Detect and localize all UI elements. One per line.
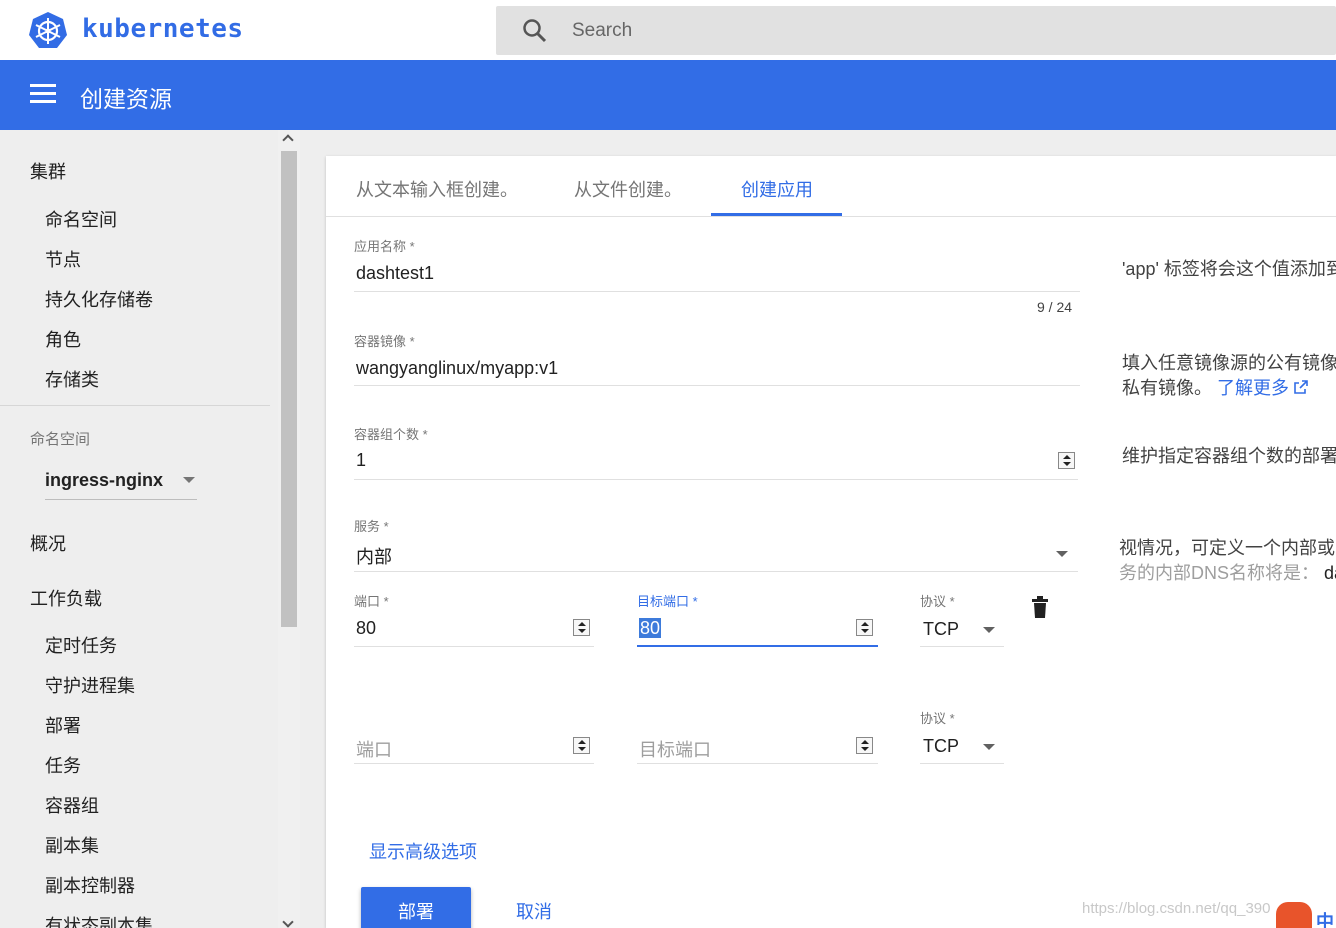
scrollbar-thumb[interactable] — [281, 151, 297, 627]
active-tab-indicator — [711, 213, 842, 216]
protocol-dropdown-caret-icon[interactable] — [983, 627, 995, 633]
app-name-label: 应用名称 * — [354, 239, 415, 254]
sidebar-item-persistent-volumes[interactable]: 持久化存储卷 — [45, 286, 153, 312]
target-port-input[interactable]: 80 — [639, 618, 662, 639]
app-name-underline — [354, 291, 1080, 292]
sidebar-section-cluster[interactable]: 集群 — [30, 158, 66, 184]
namespace-label: 命名空间 — [30, 431, 91, 448]
service-select[interactable]: 内部 — [356, 543, 392, 569]
tab-create-from-text[interactable]: 从文本输入框创建。 — [356, 176, 518, 202]
menu-icon[interactable] — [30, 84, 56, 104]
sidebar-divider — [0, 405, 270, 406]
app-name-help: 'app' 标签将会这个值添加到 — [1122, 259, 1336, 279]
target-port-underline-2 — [637, 763, 878, 764]
namespace-select[interactable]: ingress-nginx — [45, 462, 197, 500]
target-port-selected-value: 80 — [639, 618, 662, 638]
port-underline — [354, 646, 594, 647]
protocol-dropdown-caret-icon-2[interactable] — [983, 744, 995, 750]
sidebar-item-stateful-sets[interactable]: 有状态副本集 — [45, 912, 153, 928]
sidebar: 集群 命名空间 节点 持久化存储卷 角色 存储类 命名空间 ingress-ng… — [0, 130, 278, 928]
image-label: 容器镜像 * — [354, 334, 415, 349]
create-resource-card: 从文本输入框创建。 从文件创建。 创建应用 应用名称 * dashtest1 9… — [326, 156, 1336, 928]
search-input[interactable] — [572, 16, 1172, 46]
watermark-text: https://blog.csdn.net/qq_390 — [1082, 900, 1271, 917]
port-input[interactable]: 80 — [356, 618, 376, 639]
service-dns-name: da — [1324, 563, 1336, 583]
tab-create-from-file[interactable]: 从文件创建。 — [574, 176, 682, 202]
learn-more-link[interactable]: 了解更多 — [1217, 378, 1289, 398]
sidebar-item-jobs[interactable]: 任务 — [45, 752, 81, 778]
tab-create-app[interactable]: 创建应用 — [741, 176, 813, 202]
service-underline — [354, 571, 1078, 572]
image-help-text: 私有镜像。 — [1122, 378, 1212, 398]
protocol-label-2: 协议 * — [920, 711, 955, 726]
protocol-underline — [920, 646, 1004, 647]
pod-count-input[interactable]: 1 — [356, 450, 366, 471]
port-spinner-icon-2[interactable] — [573, 737, 590, 754]
port-label: 端口 * — [354, 594, 389, 609]
show-advanced-options-link[interactable]: 显示高级选项 — [369, 838, 477, 864]
top-bar: kubernetes — [0, 0, 1336, 60]
chevron-down-icon[interactable] — [282, 916, 294, 928]
tab-bar: 从文本输入框创建。 从文件创建。 创建应用 — [326, 156, 1336, 217]
search-icon[interactable] — [522, 18, 548, 44]
pod-count-underline — [354, 479, 1078, 480]
port-input-2[interactable]: 端口 — [356, 736, 392, 762]
sidebar-item-deployments[interactable]: 部署 — [45, 712, 81, 738]
namespace-value: ingress-nginx — [45, 470, 164, 490]
sidebar-item-daemon-sets[interactable]: 守护进程集 — [45, 672, 135, 698]
target-port-spinner-icon[interactable] — [856, 619, 873, 636]
cancel-button[interactable]: 取消 — [516, 898, 552, 924]
page-header: 创建资源 — [0, 60, 1336, 130]
image-input[interactable]: wangyanglinux/myapp:v1 — [356, 358, 558, 379]
sogou-logo-icon — [1276, 902, 1312, 928]
target-port-input-2[interactable]: 目标端口 — [639, 736, 711, 762]
app-name-input[interactable]: dashtest1 — [356, 263, 434, 284]
brand-name[interactable]: kubernetes — [82, 14, 244, 44]
sidebar-item-namespaces[interactable]: 命名空间 — [45, 206, 117, 232]
dropdown-caret-icon — [183, 477, 195, 483]
protocol-underline-2 — [920, 763, 1004, 764]
protocol-label: 协议 * — [920, 594, 955, 609]
trash-icon[interactable] — [1032, 596, 1048, 618]
sidebar-item-replication-controllers[interactable]: 副本控制器 — [45, 872, 135, 898]
search-bar[interactable] — [496, 6, 1336, 55]
sidebar-item-nodes[interactable]: 节点 — [45, 246, 81, 272]
kubernetes-logo-icon[interactable] — [28, 11, 68, 51]
service-help-line1: 视情况，可定义一个内部或 — [1119, 538, 1335, 558]
target-port-underline — [637, 645, 878, 647]
ime-indicator[interactable]: 中 — [1316, 908, 1334, 928]
pod-count-spinner-icon[interactable] — [1058, 452, 1075, 469]
sidebar-item-storage-classes[interactable]: 存储类 — [45, 366, 99, 392]
sidebar-scrollbar[interactable] — [278, 130, 300, 928]
protocol-select[interactable]: TCP — [923, 619, 959, 640]
image-help-line2: 私有镜像。 了解更多 — [1122, 374, 1308, 400]
target-port-label: 目标端口 * — [637, 594, 698, 609]
port-underline-2 — [354, 763, 594, 764]
image-help-line1: 填入任意镜像源的公有镜像 — [1122, 353, 1336, 373]
pod-count-help: 维护指定容器组个数的部署 — [1122, 446, 1336, 466]
service-help-line2: 务的内部DNS名称将是： da — [1119, 559, 1336, 585]
sidebar-item-overview[interactable]: 概况 — [30, 530, 66, 556]
service-label: 服务 * — [354, 519, 389, 534]
service-dropdown-caret-icon[interactable] — [1056, 551, 1068, 557]
chevron-up-icon[interactable] — [282, 134, 294, 146]
sidebar-item-pods[interactable]: 容器组 — [45, 792, 99, 818]
pod-count-label: 容器组个数 * — [354, 427, 428, 442]
sidebar-section-workloads[interactable]: 工作负载 — [30, 585, 102, 611]
sidebar-item-roles[interactable]: 角色 — [45, 326, 81, 352]
app-name-counter: 9 / 24 — [1037, 299, 1073, 315]
port-spinner-icon[interactable] — [573, 619, 590, 636]
page-title: 创建资源 — [80, 86, 172, 112]
target-port-spinner-icon-2[interactable] — [856, 737, 873, 754]
sidebar-item-cron-jobs[interactable]: 定时任务 — [45, 632, 117, 658]
service-help-text: 务的内部DNS名称将是： — [1119, 563, 1320, 583]
protocol-select-2[interactable]: TCP — [923, 736, 959, 757]
external-link-icon[interactable] — [1294, 380, 1308, 394]
sidebar-item-replica-sets[interactable]: 副本集 — [45, 832, 99, 858]
image-underline — [354, 385, 1080, 386]
deploy-button[interactable]: 部署 — [361, 887, 471, 928]
